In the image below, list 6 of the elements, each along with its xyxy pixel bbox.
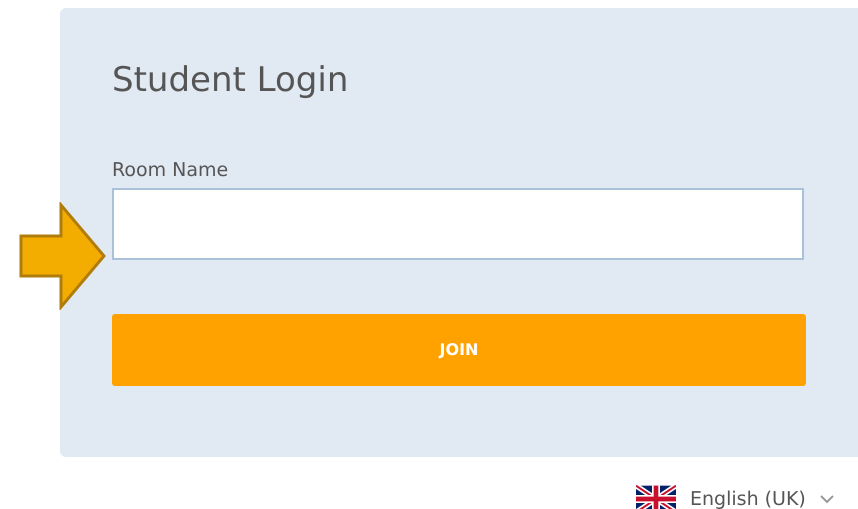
- language-selector[interactable]: English (UK): [690, 486, 806, 509]
- chevron-down-icon[interactable]: [820, 494, 834, 504]
- room-name-input[interactable]: [112, 188, 804, 260]
- login-title: Student Login: [112, 60, 348, 100]
- field-label: Room Name: [112, 158, 228, 182]
- union-jack-flag-icon: [636, 485, 676, 509]
